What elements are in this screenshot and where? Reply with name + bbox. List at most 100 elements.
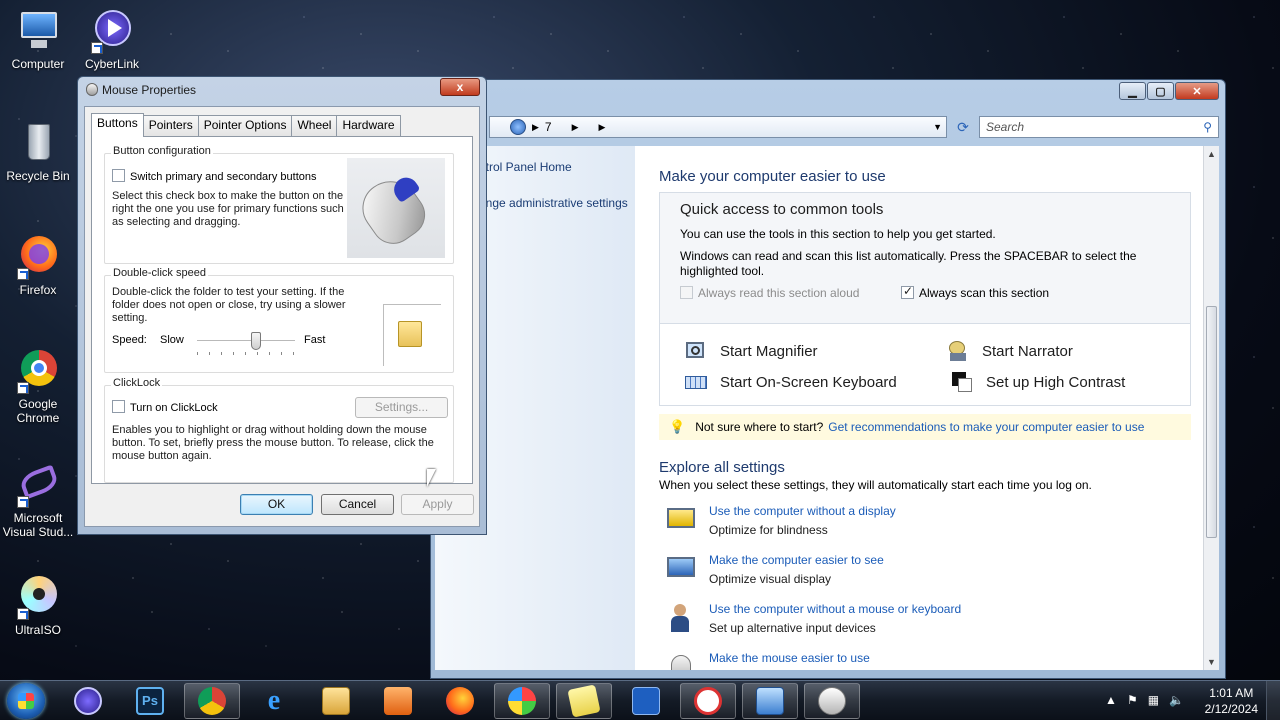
taskbar-explorer[interactable] — [308, 683, 364, 719]
search-input[interactable]: Search ⚲ — [979, 116, 1219, 138]
setting-link[interactable]: Use the computer without a mouse or keyb… — [709, 602, 961, 616]
search-icon[interactable]: ⚲ — [1203, 120, 1212, 134]
tab-buttons[interactable]: Buttons — [91, 113, 144, 137]
tab-pointer-options[interactable]: Pointer Options — [197, 115, 293, 136]
refresh-icon[interactable]: ⟳ — [953, 118, 973, 136]
show-hidden-icons-icon[interactable]: ▲ — [1105, 693, 1117, 707]
speed-label: Speed: — [112, 334, 147, 346]
switch-buttons-label: Switch primary and secondary buttons — [130, 171, 317, 183]
desktop-icon-visual-studio[interactable]: Microsoft Visual Stud... — [0, 462, 76, 539]
network-icon[interactable]: ▦ — [1148, 693, 1159, 707]
clock-date: 2/12/2024 — [1204, 702, 1258, 716]
taskbar-photoshop[interactable]: Ps — [122, 683, 178, 719]
maximize-button[interactable]: ▢ — [1147, 82, 1174, 100]
setting-without-display[interactable]: Use the computer without a display Optimi… — [665, 504, 896, 538]
button-config-group: Button configuration Switch primary and … — [104, 145, 454, 264]
start-magnifier[interactable]: Start Magnifier — [684, 340, 818, 362]
clicklock-settings-button[interactable]: Settings... — [355, 397, 448, 418]
breadcrumb-arrow-icon[interactable]: ▶ — [599, 122, 606, 133]
close-button[interactable]: ✕ — [1175, 82, 1219, 100]
recycle-bin-icon — [15, 120, 61, 166]
recommendations-link[interactable]: Get recommendations to make your compute… — [828, 420, 1144, 434]
taskbar-cyberlink[interactable] — [60, 683, 116, 719]
windows-icon — [508, 687, 536, 715]
taskbar-media[interactable] — [370, 683, 426, 719]
dialog-close-button[interactable]: x — [440, 78, 480, 96]
start-on-screen-keyboard[interactable]: Start On-Screen Keyboard — [684, 371, 897, 393]
desktop-icon-cyberlink[interactable]: CyberLink — [74, 8, 150, 71]
setting-desc: Optimize visual display — [709, 572, 832, 586]
taskbar-mouse-properties[interactable] — [804, 683, 860, 719]
control-panel-home-link[interactable]: ntrol Panel Home — [479, 160, 572, 174]
scroll-down-arrow[interactable]: ▼ — [1204, 654, 1219, 670]
visual-studio-icon — [15, 462, 61, 508]
test-folder[interactable] — [383, 304, 441, 366]
taskbar-ie[interactable]: e — [246, 683, 302, 719]
desktop-icon-label: UltraISO — [14, 623, 61, 637]
read-aloud-option: Always read this section aloud — [680, 286, 859, 300]
switch-buttons-checkbox[interactable] — [112, 169, 125, 182]
show-desktop-button[interactable] — [1266, 681, 1280, 720]
clock[interactable]: 1:01 AM 2/12/2024 — [1205, 685, 1258, 717]
taskbar-control-panel[interactable] — [742, 683, 798, 719]
chevron-down-icon[interactable]: ▼ — [933, 122, 942, 132]
clicklock-option[interactable]: Turn on ClickLock — [112, 400, 218, 414]
minimize-button[interactable]: ▁ — [1119, 82, 1146, 100]
tab-pointers[interactable]: Pointers — [142, 115, 199, 136]
visual-studio-icon — [632, 687, 660, 715]
taskbar-chrome[interactable] — [184, 683, 240, 719]
tab-wheel[interactable]: Wheel — [291, 115, 338, 136]
desktop-icon-firefox[interactable]: Firefox — [0, 234, 76, 297]
ok-button[interactable]: OK — [240, 494, 313, 515]
fast-label: Fast — [304, 334, 326, 346]
scroll-up-arrow[interactable]: ▲ — [1204, 146, 1219, 162]
scan-option[interactable]: Always scan this section — [901, 284, 1049, 300]
setting-link[interactable]: Make the mouse easier to use — [709, 651, 870, 665]
scan-checkbox[interactable] — [901, 284, 914, 299]
taskbar-firefox[interactable] — [432, 683, 488, 719]
scroll-thumb[interactable] — [1206, 306, 1217, 538]
start-button[interactable] — [7, 683, 45, 719]
address-bar[interactable]: ▶ 7 ▶ ▶ ▼ — [489, 116, 947, 138]
desktop-icon-chrome[interactable]: Google Chrome — [0, 348, 76, 425]
double-click-group: Double-click speed Double-click the fold… — [104, 267, 454, 373]
snipping-icon — [694, 687, 722, 715]
apply-button[interactable]: Apply — [401, 494, 474, 515]
taskbar-windows-app[interactable] — [494, 683, 550, 719]
setting-easier-to-see[interactable]: Make the computer easier to see Optimize … — [665, 553, 884, 587]
clicklock-checkbox[interactable] — [112, 400, 125, 413]
setting-mouse-easier[interactable]: Make the mouse easier to use — [665, 651, 870, 670]
setting-without-mouse-keyboard[interactable]: Use the computer without a mouse or keyb… — [665, 602, 961, 636]
tab-hardware[interactable]: Hardware — [336, 115, 401, 136]
read-aloud-checkbox — [680, 286, 693, 299]
breadcrumb-arrow-icon[interactable]: ▶ — [572, 122, 579, 133]
taskbar-snipping-tool[interactable] — [680, 683, 736, 719]
volume-muted-icon[interactable]: 🔈 — [1169, 693, 1184, 707]
start-narrator[interactable]: Start Narrator — [946, 340, 1073, 362]
slider-thumb[interactable] — [251, 332, 261, 350]
desktop-icon-recycle-bin[interactable]: Recycle Bin — [0, 120, 76, 183]
explore-heading: Explore all settings — [659, 459, 785, 476]
flag-icon[interactable]: ⚑ — [1127, 693, 1138, 707]
switch-buttons-option[interactable]: Switch primary and secondary buttons — [112, 169, 316, 183]
buttons-tab-panel: Button configuration Switch primary and … — [91, 136, 473, 484]
breadcrumb-item[interactable]: 7 — [545, 120, 552, 134]
admin-settings-link[interactable]: ange administrative settings — [479, 196, 628, 210]
taskbar-visual-studio[interactable] — [618, 683, 674, 719]
ultraiso-icon — [15, 574, 61, 620]
setting-link[interactable]: Make the computer easier to see — [709, 553, 884, 567]
vertical-scrollbar[interactable]: ▲ ▼ — [1203, 146, 1219, 670]
group-label: Double-click speed — [111, 267, 208, 279]
setting-link[interactable]: Use the computer without a display — [709, 504, 896, 518]
desktop-icon-computer[interactable]: Computer — [0, 8, 76, 71]
tool-label: Set up High Contrast — [986, 373, 1126, 391]
speed-slider[interactable] — [197, 332, 295, 358]
mouse-icon — [665, 651, 699, 670]
desktop-icon-ultraiso[interactable]: UltraISO — [0, 574, 76, 637]
magnifier-icon — [684, 340, 708, 362]
narrator-icon — [946, 340, 970, 362]
clicklock-group: ClickLock Turn on ClickLock Settings... … — [104, 377, 454, 483]
set-up-high-contrast[interactable]: Set up High Contrast — [950, 371, 1125, 393]
taskbar-sticky-notes[interactable] — [556, 683, 612, 719]
cancel-button[interactable]: Cancel — [321, 494, 394, 515]
